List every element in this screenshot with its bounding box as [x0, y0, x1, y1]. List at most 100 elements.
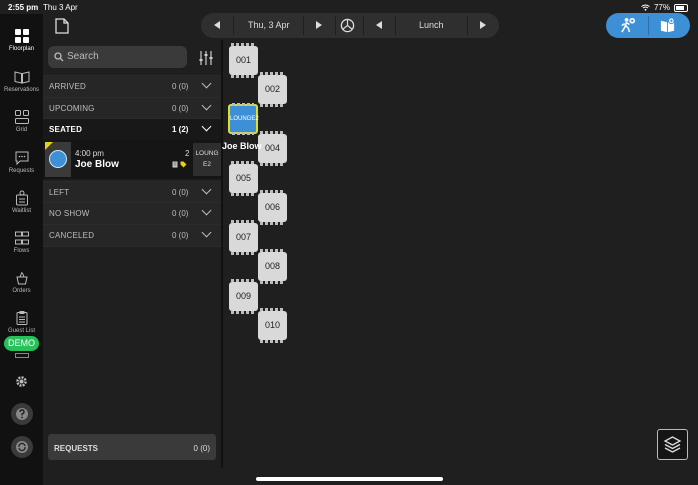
section-count: 0 (0) — [172, 188, 189, 197]
section-canceled[interactable]: CANCELED 0 (0) — [43, 224, 221, 246]
section-label: ARRIVED — [49, 82, 86, 91]
flows-icon — [14, 231, 29, 245]
gear-icon[interactable] — [15, 375, 28, 388]
chat-icon — [15, 151, 28, 166]
orders-icon — [15, 271, 28, 285]
status-right: 77% — [641, 3, 688, 12]
tag-icon — [180, 161, 187, 168]
table-001[interactable]: 001 — [229, 43, 258, 78]
sidebar-item-label: Requests — [8, 168, 35, 174]
chevron-down-icon — [201, 227, 212, 238]
date-label[interactable]: Thu, 3 Apr — [248, 20, 290, 30]
waitlist-icon — [15, 190, 28, 206]
sidebar: Floorplan Reservations Grid Requests Wai… — [0, 14, 43, 485]
table-005[interactable]: 005 — [229, 161, 258, 196]
chevron-down-icon — [201, 121, 212, 132]
battery-percent: 77% — [653, 3, 670, 12]
sidebar-item-requests[interactable]: Requests — [0, 150, 43, 188]
requests-count: 0 (0) — [193, 444, 210, 453]
home-indicator — [256, 477, 443, 481]
chevron-down-icon — [201, 205, 212, 216]
sync-icon — [16, 441, 28, 453]
sync-button[interactable] — [11, 436, 33, 458]
sidebar-item-label: Waitlist — [11, 208, 32, 214]
add-reservation-icon[interactable] — [659, 17, 676, 34]
table-assignment: LOUNG E2 — [193, 143, 221, 176]
clock-icon[interactable] — [340, 18, 355, 33]
requests-label: REQUESTS — [54, 444, 99, 453]
reservation-item[interactable]: 4:00 pm Joe Blow 2 LOUNG E2 — [43, 140, 221, 179]
section-seated[interactable]: SEATED 1 (2) — [43, 118, 221, 140]
sidebar-item-grid[interactable]: Grid — [0, 109, 43, 147]
section-count: 1 (2) — [172, 125, 189, 134]
help-button[interactable] — [11, 403, 33, 425]
sidebar-item-floorplan[interactable]: Floorplan — [0, 28, 43, 66]
sidebar-item-orders[interactable]: Orders — [0, 270, 43, 308]
section-left[interactable]: LEFT 0 (0) — [43, 181, 221, 203]
seated-guest-label: Joe Blow — [222, 141, 262, 151]
sidebar-item-label: Orders — [12, 288, 31, 294]
section-divider — [43, 246, 221, 247]
section-count: 0 (0) — [172, 104, 189, 113]
section-label: SEATED — [49, 125, 83, 134]
walk-in-icon[interactable] — [619, 17, 636, 34]
battery-icon — [674, 3, 688, 12]
status-time: 2:55 pm — [8, 3, 39, 12]
table-008[interactable]: 008 — [258, 249, 287, 284]
guest-name: Joe Blow — [75, 159, 119, 170]
filter-icon[interactable] — [197, 49, 215, 67]
section-upcoming[interactable]: UPCOMING 0 (0) — [43, 97, 221, 119]
section-label: UPCOMING — [49, 104, 95, 113]
sidebar-item-label: Guest List — [7, 328, 35, 334]
table-label-line1: LOUNG — [195, 150, 219, 157]
sidebar-item-label: Grid — [15, 127, 28, 133]
chevron-down-icon — [201, 184, 212, 195]
table-004[interactable]: 004 — [258, 131, 287, 166]
search-placeholder: Search — [67, 51, 99, 62]
status-dot — [49, 150, 67, 168]
next-date-button[interactable] — [316, 21, 322, 29]
book-icon — [14, 71, 29, 84]
status-date: Thu 3 Apr — [43, 3, 78, 12]
table-lounge2[interactable]: LOUNGE2 — [228, 103, 259, 135]
table-010[interactable]: 010 — [258, 308, 287, 343]
table-007[interactable]: 007 — [229, 220, 258, 255]
prev-date-button[interactable] — [214, 21, 220, 29]
section-count: 0 (0) — [172, 209, 189, 218]
table-label-line2: E2 — [203, 161, 211, 168]
section-label: LEFT — [49, 188, 70, 197]
sidebar-item-label: Floorplan — [8, 46, 34, 52]
table-009[interactable]: 009 — [229, 279, 258, 314]
sidebar-item-waitlist[interactable]: Waitlist — [0, 190, 43, 228]
grid-icon — [14, 110, 29, 124]
table-006[interactable]: 006 — [258, 190, 287, 225]
sidebar-item-flows[interactable]: Flows — [0, 230, 43, 268]
table-002[interactable]: 002 — [258, 72, 287, 107]
section-arrived[interactable]: ARRIVED 0 (0) — [43, 75, 221, 97]
help-icon — [16, 408, 28, 420]
party-size: 2 — [185, 149, 190, 158]
layers-button[interactable] — [657, 429, 688, 460]
date-shift-selector: Thu, 3 Apr Lunch — [201, 13, 499, 38]
panel-divider — [221, 40, 223, 468]
section-label: NO SHOW — [49, 209, 90, 218]
status-bar: 2:55 pm Thu 3 Apr 77% — [0, 0, 698, 14]
chevron-down-icon — [201, 100, 212, 111]
requests-button[interactable]: REQUESTS 0 (0) — [48, 434, 216, 460]
shift-label[interactable]: Lunch — [419, 20, 444, 30]
section-label: CANCELED — [49, 231, 95, 240]
search-input[interactable]: Search — [48, 46, 187, 68]
demo-badge: DEMO — [4, 336, 39, 351]
prev-shift-button[interactable] — [376, 21, 382, 29]
layers-icon — [663, 436, 682, 453]
next-shift-button[interactable] — [480, 21, 486, 29]
document-icon[interactable] — [55, 18, 69, 34]
chevron-down-icon — [201, 78, 212, 89]
section-count: 0 (0) — [172, 231, 189, 240]
sidebar-item-label: Flows — [13, 248, 30, 254]
floorplan-icon — [14, 29, 29, 43]
section-no-show[interactable]: NO SHOW 0 (0) — [43, 202, 221, 224]
clipboard-icon — [16, 311, 27, 325]
sidebar-item-label: Reservations — [3, 87, 39, 93]
sidebar-item-reservations[interactable]: Reservations — [0, 69, 43, 107]
